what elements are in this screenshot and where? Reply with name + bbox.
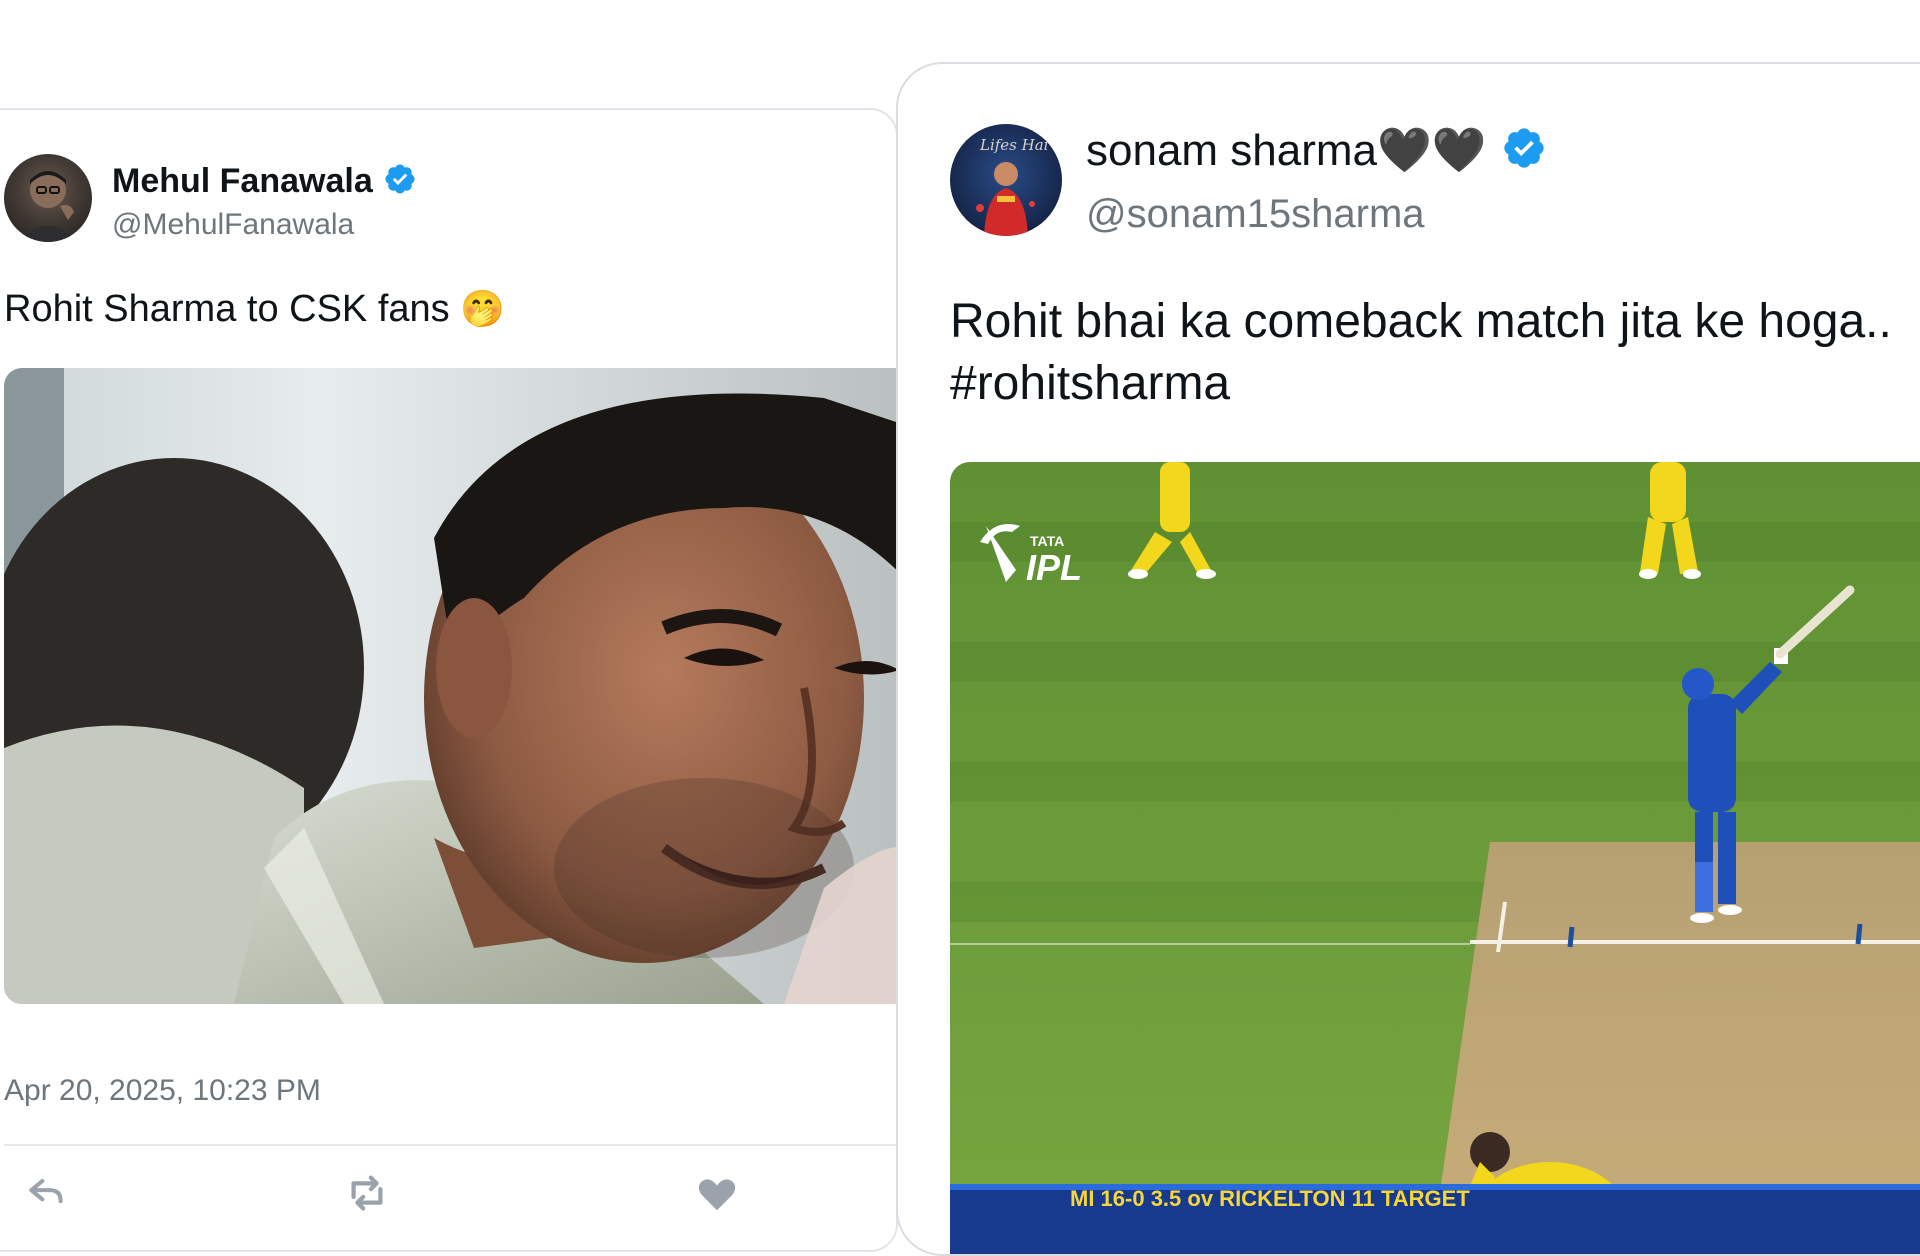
author-handle[interactable]: @sonam15sharma xyxy=(1086,192,1425,237)
divider xyxy=(4,1144,896,1146)
svg-text:Lifes Hai: Lifes Hai xyxy=(979,136,1049,154)
tweet-timestamp[interactable]: Apr 20, 2025, 10:23 PM xyxy=(4,1074,321,1108)
author-handle[interactable]: @MehulFanawala xyxy=(112,208,354,242)
tweet-emoji: 🤭 xyxy=(460,288,506,329)
retweet-icon[interactable] xyxy=(344,1170,390,1221)
tweet-hashtag[interactable]: #rohitsharma xyxy=(950,356,1230,411)
avatar[interactable] xyxy=(4,154,92,242)
tweet-text: Rohit Sharma to CSK fans 🤭 xyxy=(4,288,505,331)
like-icon[interactable] xyxy=(694,1170,740,1221)
tweet-card-sonam[interactable]: Lifes Hai sonam sharma🖤🖤 @sonam15sharma … xyxy=(896,62,1920,1256)
tweet-card-mehul[interactable]: Mehul Fanawala @MehulFanawala Rohit Shar… xyxy=(0,108,898,1252)
verified-badge-icon xyxy=(383,162,417,201)
tweet-media-video[interactable]: TATA IPL MI 16-0 3.5 ov RICKELTON 11 TAR… xyxy=(950,462,1920,1254)
tweet-media-image[interactable] xyxy=(4,368,896,1004)
tweet-text-body: Rohit Sharma to CSK fans xyxy=(4,288,450,330)
reply-icon[interactable] xyxy=(24,1170,68,1219)
tweet-text-line1: Rohit bhai ka comeback match jita ke hog… xyxy=(950,295,1892,348)
score-bar-text: MI 16-0 3.5 ov RICKELTON 11 TARGET xyxy=(1070,1186,1470,1211)
author-name[interactable]: sonam sharma🖤🖤 xyxy=(1086,124,1487,176)
author-name[interactable]: Mehul Fanawala xyxy=(112,162,373,201)
ipl-logo-main: IPL xyxy=(1026,547,1082,588)
verified-badge-icon xyxy=(1501,125,1547,176)
avatar[interactable]: Lifes Hai xyxy=(950,124,1062,236)
